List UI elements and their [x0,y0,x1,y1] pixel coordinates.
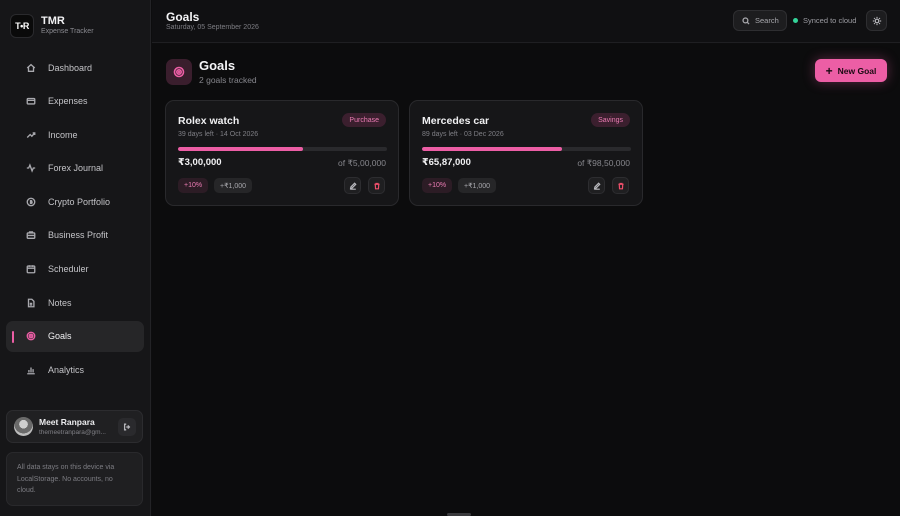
goal-card[interactable]: Rolex watch 39 days left · 14 Oct 2026 P… [165,100,399,206]
pencil-icon [349,181,357,190]
sidebar-item-label: Analytics [48,364,85,375]
trash-icon [617,182,624,189]
goal-current-amount: ₹3,00,000 [178,157,222,168]
goal-deadline: 89 days left · 03 Dec 2026 [422,131,504,138]
user-name: Meet Ranpara [39,416,95,427]
goal-name: Mercedes car [422,115,490,127]
target-icon [173,66,185,78]
sidebar-item-business-profit[interactable]: Business Profit [6,220,144,251]
avatar [14,417,33,436]
trash-icon [373,182,380,189]
sidebar-item-income[interactable]: Income [6,119,144,150]
activity-icon [26,163,36,173]
card-icon [26,96,36,106]
goal-category-badge: Savings [591,113,630,127]
add-amount-chip[interactable]: +₹1,000 [458,178,497,193]
document-icon [26,298,36,308]
sidebar-item-label: Forex Journal [48,163,104,174]
main-content: Goals 2 goals tracked + New Goal Rolex w… [152,44,900,516]
app-title: TMR [41,15,65,27]
sidebar-item-crypto-portfolio[interactable]: Crypto Portfolio [6,186,144,217]
edit-goal-button[interactable] [588,177,605,194]
edit-goal-button[interactable] [344,177,361,194]
user-card[interactable]: Meet Ranpara themeetranpara@gm... [6,410,143,443]
goals-section-icon [166,59,192,85]
delete-goal-button[interactable] [368,177,385,194]
sync-dot-icon [793,18,798,23]
goal-current-amount: ₹65,87,000 [422,157,471,168]
section-subtitle: 2 goals tracked [199,75,257,85]
app-logo: T•R [10,14,34,38]
top-bar: Goals Saturday, 05 September 2026 Search… [152,0,900,43]
goal-deadline: 39 days left · 14 Oct 2026 [178,131,259,138]
coin-icon [26,197,36,207]
sidebar-item-label: Business Profit [48,230,109,241]
sidebar-item-notes[interactable]: Notes [6,287,144,318]
sync-status-text: Synced to cloud [803,16,857,25]
sidebar: T•R TMR Expense Tracker Dashboard Expens… [0,0,151,516]
app-subtitle: Expense Tracker [41,28,94,35]
sidebar-item-label: Expenses [48,96,88,107]
section-title: Goals [199,58,236,73]
active-indicator [12,330,14,343]
storage-note: All data stays on this device via LocalS… [6,452,143,506]
sidebar-nav: Dashboard Expenses Income Forex Journal … [6,52,144,388]
sidebar-item-analytics[interactable]: Analytics [6,354,144,385]
sidebar-item-label: Scheduler [48,264,89,275]
sync-status: Synced to cloud [793,16,856,25]
calendar-icon [26,264,36,274]
briefcase-icon [26,230,36,240]
new-goal-label: New Goal [837,65,877,76]
add-percent-chip[interactable]: +10% [422,178,453,193]
goal-progress-bar [422,147,631,151]
home-icon [26,63,36,73]
pencil-icon [593,181,601,190]
search-icon [742,16,750,24]
add-percent-chip[interactable]: +10% [178,178,209,193]
sidebar-item-scheduler[interactable]: Scheduler [6,254,144,285]
goal-name: Rolex watch [178,115,240,127]
sidebar-item-label: Goals [48,331,72,342]
target-icon [26,331,36,341]
page-title: Goals [166,10,200,24]
sidebar-item-dashboard[interactable]: Dashboard [6,52,144,83]
logout-button[interactable] [118,418,136,436]
sidebar-item-label: Dashboard [48,62,93,73]
search-label: Search [755,16,779,25]
goal-progress-fill [422,147,562,151]
sidebar-item-label: Notes [48,297,72,308]
goal-target-amount: of ₹5,00,000 [338,158,386,168]
bar-chart-icon [26,365,36,375]
plus-icon: + [825,63,833,78]
sidebar-item-goals[interactable]: Goals [6,320,144,352]
sidebar-item-label: Crypto Portfolio [48,196,111,207]
sidebar-item-forex-journal[interactable]: Forex Journal [6,153,144,184]
goal-category-badge: Purchase [342,113,386,127]
goal-card[interactable]: Mercedes car 89 days left · 03 Dec 2026 … [409,100,643,206]
page-date: Saturday, 05 September 2026 [166,24,259,31]
goal-target-amount: of ₹98,50,000 [577,158,630,168]
logout-icon [123,423,131,431]
theme-toggle-button[interactable] [866,10,887,31]
search-button[interactable]: Search [733,10,787,31]
trend-up-icon [26,130,36,140]
brand[interactable]: T•R TMR Expense Tracker [10,14,94,38]
sun-icon [872,16,881,25]
sidebar-item-label: Income [48,129,78,140]
delete-goal-button[interactable] [612,177,629,194]
goal-progress-bar [178,147,387,151]
goal-progress-fill [178,147,304,151]
add-amount-chip[interactable]: +₹1,000 [214,178,253,193]
new-goal-button[interactable]: + New Goal [815,59,887,82]
sidebar-item-expenses[interactable]: Expenses [6,86,144,117]
user-email: themeetranpara@gm... [39,428,106,436]
